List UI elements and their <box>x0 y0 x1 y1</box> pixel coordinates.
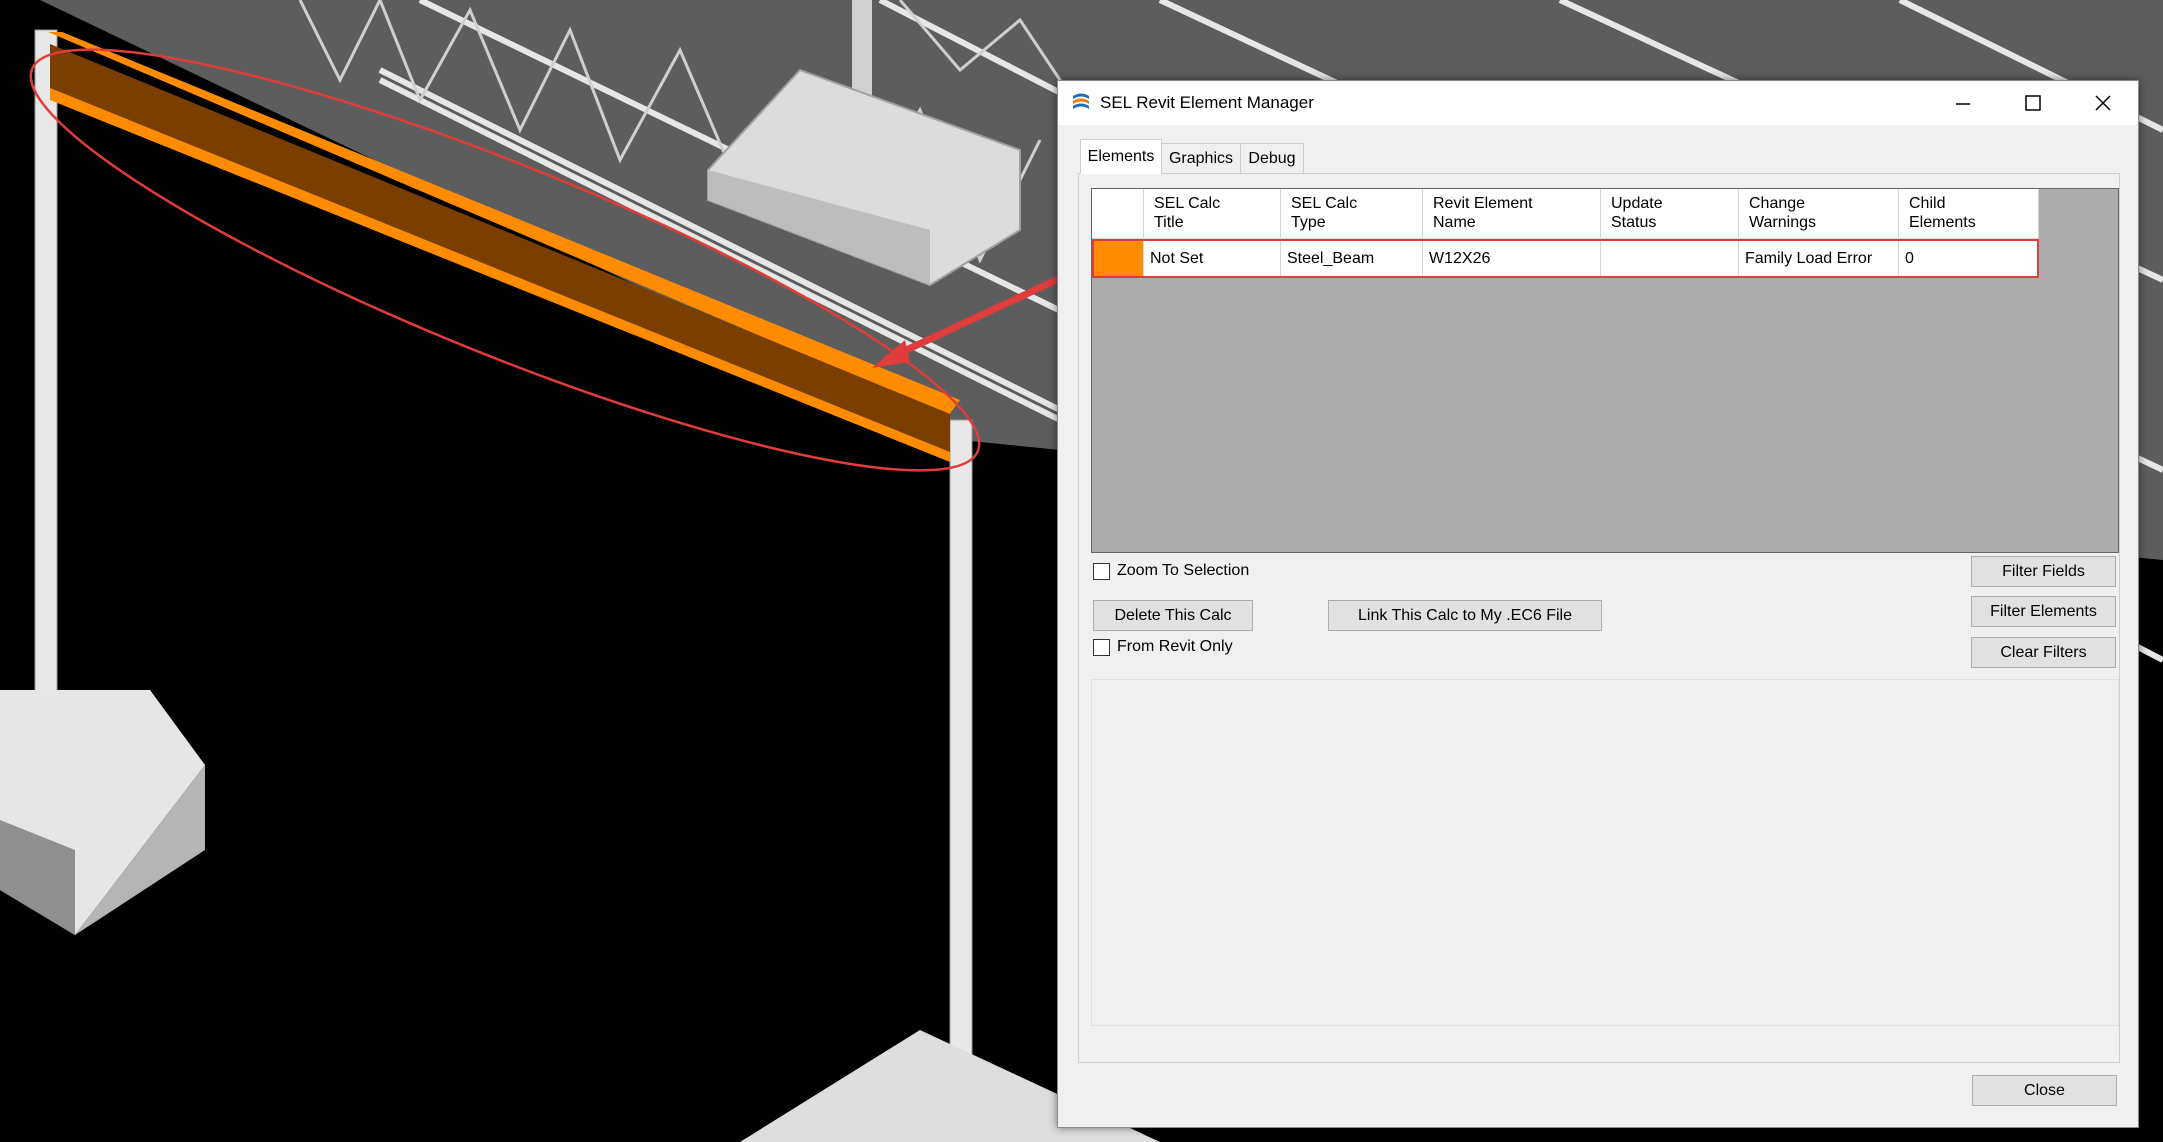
column-header-label: Title <box>1154 214 1184 231</box>
filter-fields-button[interactable]: Filter Fields <box>1971 556 2116 587</box>
column-header-label: Child <box>1909 195 1946 212</box>
column-header-label: Type <box>1291 214 1326 231</box>
close-icon <box>2095 95 2111 111</box>
row-annotation-box <box>1092 239 2039 278</box>
right-column <box>949 419 973 1142</box>
column-header-children[interactable]: Child Elements <box>1899 189 2039 239</box>
zoom-to-selection-checkbox[interactable] <box>1093 563 1110 580</box>
column-header-type[interactable]: SEL Calc Type <box>1281 189 1423 239</box>
clear-filters-button[interactable]: Clear Filters <box>1971 637 2116 668</box>
minimize-button[interactable] <box>1928 81 1998 125</box>
column-header-name[interactable]: Revit Element Name <box>1423 189 1601 239</box>
maximize-button[interactable] <box>1998 81 2068 125</box>
tab-elements[interactable]: Elements <box>1080 139 1162 174</box>
column-header-label: Change <box>1749 195 1806 212</box>
close-window-button[interactable] <box>2068 81 2138 125</box>
column-header-title[interactable]: SEL Calc Title <box>1144 189 1281 239</box>
column-header-warnings[interactable]: Change Warnings <box>1739 189 1899 239</box>
column-header-label: Update <box>1611 195 1663 212</box>
link-calc-button[interactable]: Link This Calc to My .EC6 File <box>1328 600 1602 631</box>
column-header-status[interactable]: Update Status <box>1601 189 1739 239</box>
column-header-label: Elements <box>1909 214 1976 231</box>
column-header-label: Warnings <box>1749 214 1816 231</box>
close-button[interactable]: Close <box>1972 1075 2117 1106</box>
from-revit-only-checkbox[interactable] <box>1093 639 1110 656</box>
tab-graphics[interactable]: Graphics <box>1161 143 1241 174</box>
delete-calc-button[interactable]: Delete This Calc <box>1093 600 1253 631</box>
tab-debug[interactable]: Debug <box>1240 143 1304 174</box>
details-panel <box>1091 679 2119 1026</box>
column-header-label: SEL Calc <box>1291 195 1358 212</box>
left-column <box>34 29 58 783</box>
zoom-to-selection-label[interactable]: Zoom To Selection <box>1117 562 1249 580</box>
elements-grid[interactable]: SEL Calc Title SEL Calc Type Revit Eleme… <box>1091 188 2119 553</box>
column-header-label: SEL Calc <box>1154 195 1221 212</box>
title-bar[interactable]: SEL Revit Element Manager <box>1058 81 2138 125</box>
app-logo-icon <box>1073 93 1089 109</box>
column-header-label: Status <box>1611 214 1657 231</box>
row-header-corner <box>1092 189 1144 239</box>
column-header-label: Name <box>1433 214 1476 231</box>
from-revit-only-label[interactable]: From Revit Only <box>1117 638 1233 656</box>
maximize-icon <box>2025 95 2041 111</box>
window-title: SEL Revit Element Manager <box>1100 93 1314 112</box>
element-manager-dialog: SEL Revit Element Manager Elements Graph… <box>1057 80 2139 1128</box>
minimize-icon <box>1956 103 1970 105</box>
column-header-label: Revit Element <box>1433 195 1533 212</box>
filter-elements-button[interactable]: Filter Elements <box>1971 596 2116 627</box>
